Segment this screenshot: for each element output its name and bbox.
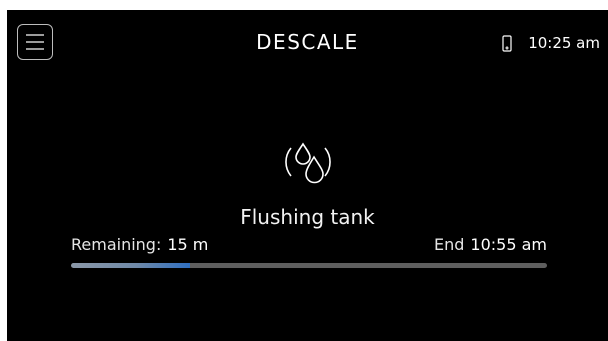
- progress-labels: Remaining: 15 m End 10:55 am: [71, 235, 547, 254]
- status-bar: 10:25 am: [502, 34, 600, 52]
- descale-screen: DESCALE 10:25 am Flushing tank Remaining…: [7, 10, 608, 341]
- remaining-time: Remaining: 15 m: [71, 235, 208, 254]
- remaining-label: Remaining:: [71, 235, 162, 254]
- water-drops-icon: [281, 136, 335, 188]
- end-value: 10:55 am: [470, 235, 547, 254]
- phone-icon: [502, 34, 512, 52]
- cycle-status: Flushing tank: [240, 205, 375, 229]
- end-label: End: [434, 235, 465, 254]
- remaining-value: 15 m: [167, 235, 209, 254]
- clock-time: 10:25 am: [528, 34, 600, 52]
- progress-bar: [71, 263, 547, 268]
- end-time: End 10:55 am: [434, 235, 547, 254]
- progress-fill: [71, 263, 190, 268]
